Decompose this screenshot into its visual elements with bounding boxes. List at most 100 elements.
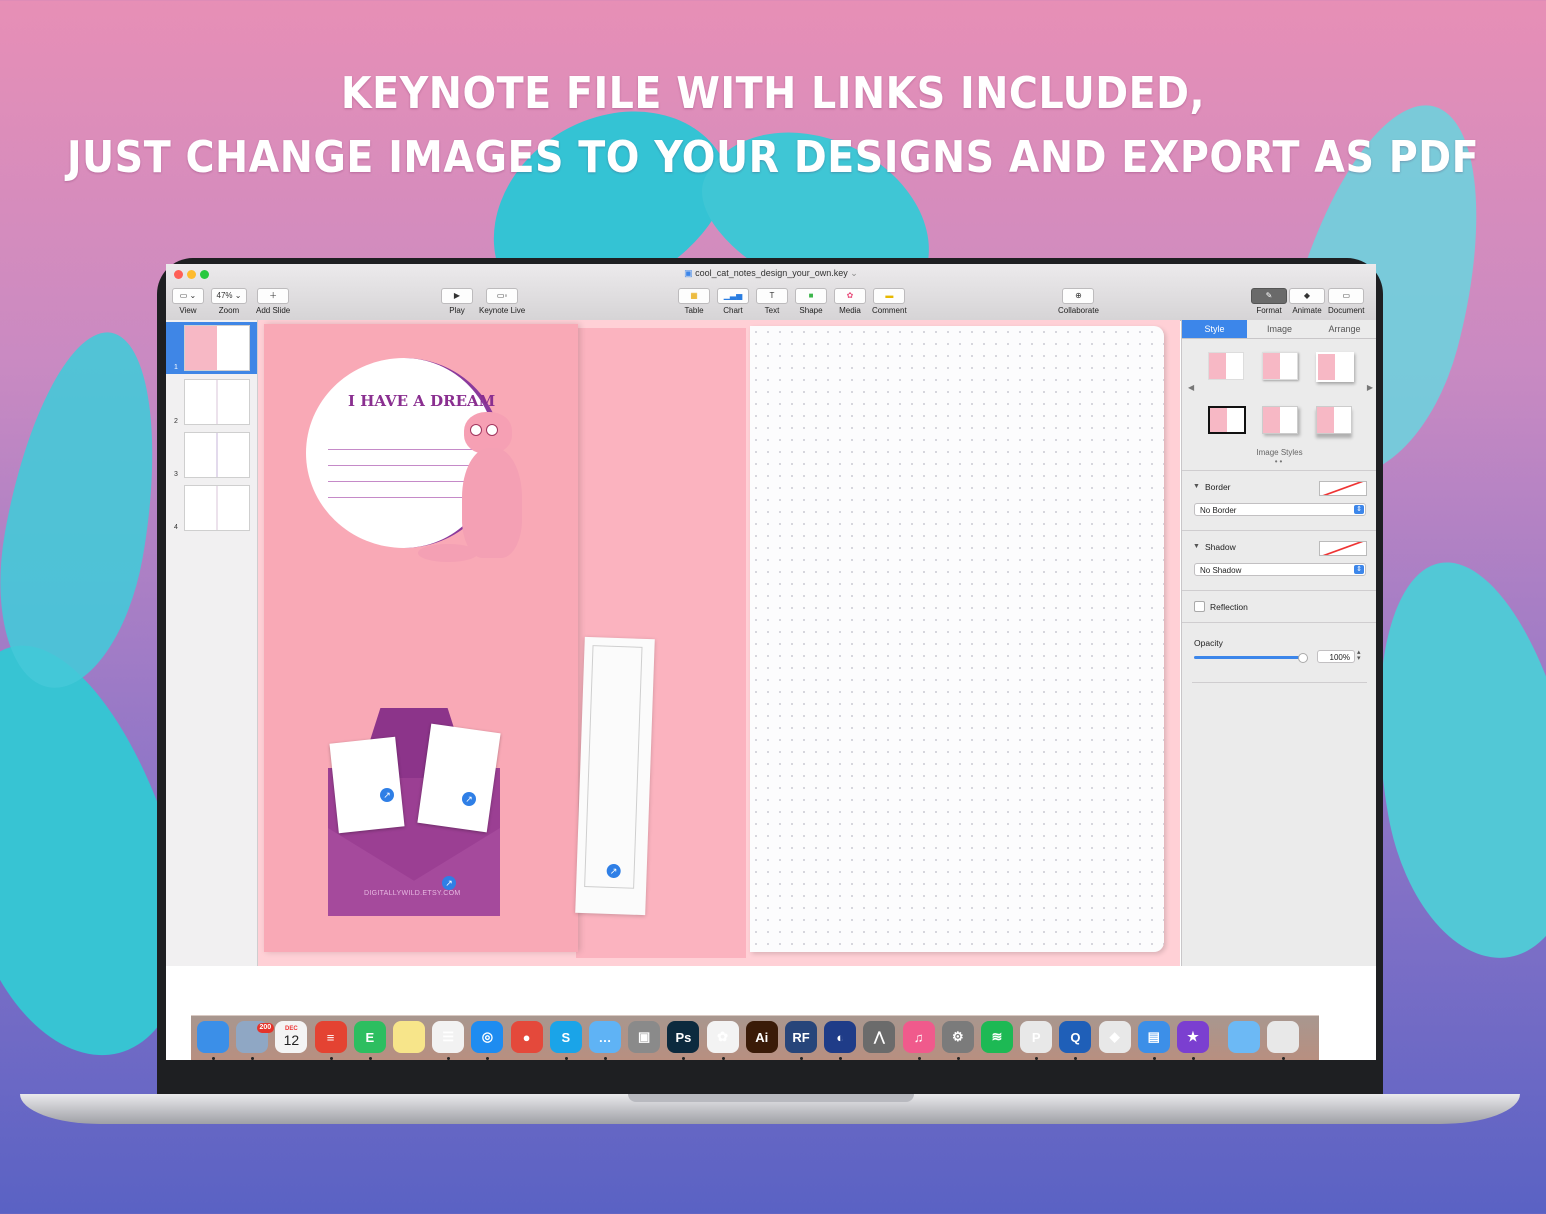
document-button[interactable]: ▭ Document — [1328, 285, 1364, 315]
trash-icon[interactable] — [1267, 1021, 1300, 1053]
rf-icon[interactable]: RF — [785, 1021, 817, 1053]
disclosure-triangle-icon[interactable]: ▼ — [1193, 543, 1200, 550]
inspector-tabs: Style Image Arrange — [1182, 320, 1376, 339]
notes-icon[interactable] — [393, 1021, 425, 1053]
border-style-select[interactable]: No Border ⇕ — [1194, 503, 1366, 516]
divider — [1192, 682, 1367, 683]
envelope-illustration[interactable]: DIGITALLYWILD.ETSY.COM ↗ ↗ ↗ — [328, 708, 501, 916]
chevron-down-icon[interactable]: ⌄ — [850, 268, 858, 278]
dock: 200 DEC 12 ≡ E ☰ ◎ ● S… ▣ Ps ✿ Ai RF ◐ ⋀ ♫ ⚙ ≋ P Q ◆ ▤ ★ — [191, 1015, 1319, 1060]
tab-arrange[interactable]: Arrange — [1312, 320, 1376, 338]
imovie-icon[interactable]: ★ — [1177, 1021, 1209, 1053]
tab-image[interactable]: Image — [1247, 320, 1312, 338]
zbrush-icon[interactable]: ⋀ — [863, 1021, 896, 1053]
shape-button[interactable]: ■ Shape — [795, 285, 827, 315]
downloads-folder-icon[interactable] — [1228, 1021, 1261, 1053]
animate-button[interactable]: ◆ Animate — [1289, 285, 1325, 315]
document-title: ▣ cool_cat_notes_design_your_own.key ⌄ — [684, 268, 858, 278]
photo-card-left[interactable] — [329, 736, 405, 834]
reminders-icon[interactable]: ☰ — [432, 1021, 465, 1053]
add-slide-button[interactable]: ＋ Add Slide — [256, 285, 290, 315]
shape-icon: ■ — [795, 288, 827, 304]
headline-line-1: KEYNOTE FILE WITH LINKS INCLUDED, — [340, 68, 1206, 119]
view-button[interactable]: ▭ ⌄ View — [172, 285, 204, 315]
slide-thumbnail-2[interactable]: 2 — [166, 376, 257, 428]
keynote-icon[interactable]: ▤ — [1137, 1021, 1170, 1053]
slide-thumbnail-1[interactable]: 1 — [166, 322, 257, 374]
chart-button[interactable]: ▁▃▅ Chart — [717, 285, 749, 315]
shadow-color-well[interactable] — [1319, 541, 1367, 556]
plus-icon: ＋ — [257, 288, 290, 304]
link-badge-icon[interactable]: ↗ — [442, 876, 456, 890]
skype-icon[interactable]: S — [549, 1021, 582, 1053]
screenshot-icon[interactable]: ▣ — [628, 1021, 661, 1053]
spotify-icon[interactable]: ≋ — [981, 1021, 1013, 1053]
background-leaf-left-2 — [0, 320, 181, 700]
calendar-day: 12 — [283, 1032, 300, 1048]
system-preferences-icon[interactable]: ⚙ — [941, 1021, 974, 1053]
todoist-icon[interactable]: ≡ — [314, 1021, 347, 1053]
illustrator-icon[interactable]: Ai — [745, 1021, 778, 1053]
tab-style[interactable]: Style — [1182, 320, 1247, 338]
laptop-notch — [628, 1094, 914, 1102]
image-style-swatch[interactable] — [1316, 352, 1354, 382]
scrivener-icon[interactable]: ◆ — [1098, 1021, 1131, 1053]
calendar-icon[interactable]: DEC 12 — [275, 1021, 308, 1053]
table-icon: ▦ — [678, 288, 710, 304]
mail-icon[interactable]: 200 — [236, 1021, 275, 1053]
pixelmator-icon[interactable]: P — [1020, 1021, 1053, 1053]
window-toolbar: ▣ cool_cat_notes_design_your_own.key ⌄ ▭… — [166, 264, 1376, 321]
messages-icon[interactable]: … — [589, 1021, 621, 1053]
opacity-slider-knob[interactable] — [1298, 653, 1308, 663]
image-style-swatch[interactable] — [1262, 352, 1298, 380]
chrome-icon[interactable]: ● — [510, 1021, 543, 1053]
photoshop-icon[interactable]: Ps — [667, 1021, 700, 1053]
slide-thumbnail-3[interactable]: 3 — [166, 429, 257, 481]
shadow-style-select[interactable]: No Shadow ⇕ — [1194, 563, 1366, 576]
dot-grid-page[interactable] — [750, 326, 1164, 952]
chevron-updown-icon: ⇕ — [1354, 505, 1364, 514]
link-badge-icon[interactable]: ↗ — [462, 792, 476, 806]
comment-button[interactable]: ▬ Comment — [872, 285, 907, 315]
zoom-button[interactable]: 47% ⌄ Zoom — [211, 285, 247, 315]
image-style-swatch[interactable] — [1208, 352, 1244, 380]
cinema4d-icon[interactable]: ◐ — [824, 1021, 857, 1053]
sidebar-view-icon: ▭ ⌄ — [172, 288, 204, 304]
cat-illustration[interactable] — [454, 412, 534, 562]
finder-icon[interactable] — [197, 1021, 229, 1053]
link-badge-icon[interactable]: ↗ — [380, 788, 394, 802]
keynote-live-button[interactable]: ▭◦ Keynote Live — [479, 285, 525, 315]
play-button[interactable]: ▶ Play — [441, 285, 473, 315]
keynote-live-icon: ▭◦ — [486, 288, 519, 304]
format-button[interactable]: ✎ Format — [1251, 285, 1287, 315]
format-inspector: Style Image Arrange ◀ ▶ Image Styles •• … — [1181, 320, 1376, 966]
collaborate-button[interactable]: ⊕ Collaborate — [1058, 285, 1099, 315]
shadow-label: Shadow — [1205, 542, 1236, 552]
text-button[interactable]: T Text — [756, 285, 788, 315]
image-style-swatch[interactable] — [1262, 406, 1298, 434]
slide-canvas[interactable]: I HAVE A DREAM DIGITALLYWILD.ETSY.COM ↗ … — [258, 320, 1180, 966]
opacity-slider[interactable] — [1194, 653, 1308, 663]
evernote-icon[interactable]: E — [353, 1021, 386, 1053]
divider — [1182, 590, 1376, 591]
slide-thumbnail-4[interactable]: 4 — [166, 482, 257, 534]
media-button[interactable]: ✿ Media — [834, 285, 866, 315]
opacity-stepper[interactable]: ▴ ▾ — [1357, 649, 1365, 663]
table-button[interactable]: ▦ Table — [678, 285, 710, 315]
image-style-swatch[interactable] — [1316, 406, 1352, 434]
safari-icon[interactable]: ◎ — [471, 1021, 504, 1053]
photos-icon[interactable]: ✿ — [706, 1021, 739, 1053]
divider — [1182, 530, 1376, 531]
image-style-swatch[interactable] — [1208, 406, 1246, 434]
photo-card-right[interactable] — [417, 723, 501, 833]
chevron-right-icon[interactable]: ▶ — [1367, 383, 1373, 392]
tag-card[interactable]: ↗ — [575, 636, 655, 916]
reflection-checkbox[interactable] — [1194, 601, 1205, 612]
disclosure-triangle-icon[interactable]: ▼ — [1193, 483, 1200, 490]
quicktime-icon[interactable]: Q — [1059, 1021, 1092, 1053]
chevron-left-icon[interactable]: ◀ — [1188, 383, 1194, 392]
itunes-icon[interactable]: ♫ — [902, 1021, 935, 1053]
opacity-field[interactable]: 100% — [1317, 650, 1355, 663]
text-icon: T — [756, 288, 788, 304]
border-color-well[interactable] — [1319, 481, 1367, 496]
